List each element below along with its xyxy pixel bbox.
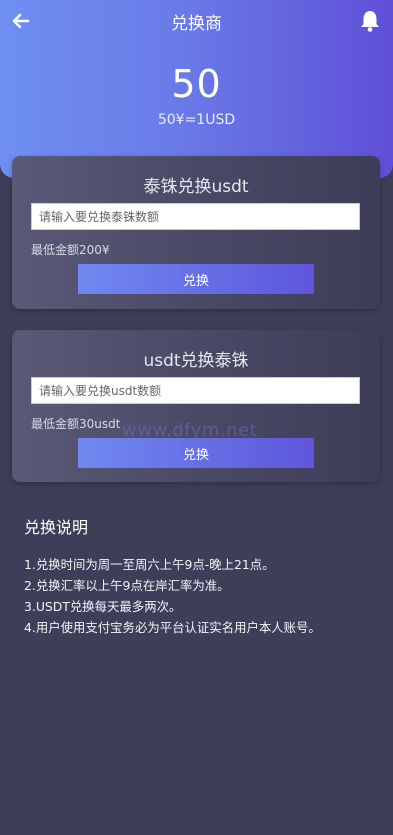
bell-icon bbox=[361, 11, 379, 32]
notes-title: 兑换说明 bbox=[24, 518, 89, 537]
page-title: 兑换商 bbox=[171, 14, 222, 34]
header-banner: 兑换商 50 50¥=1USD bbox=[0, 0, 393, 178]
notification-button[interactable] bbox=[357, 8, 383, 34]
exchange-button[interactable]: 兑换 bbox=[78, 264, 314, 294]
rate-value: 50 bbox=[171, 62, 222, 106]
exchange-button[interactable]: 兑换 bbox=[78, 438, 314, 468]
notes-item: 3.USDT兑换每天最多两次。 bbox=[24, 599, 182, 614]
notes-item: 4.用户使用支付宝务必为平台认证实名用户本人账号。 bbox=[24, 620, 321, 635]
notes-item: 1.兑换时间为周一至周六上午9点-晚上21点。 bbox=[24, 557, 275, 572]
min-amount-text: 最低金额200¥ bbox=[31, 243, 110, 257]
card-title: usdt兑换泰铢 bbox=[143, 351, 249, 371]
thb-amount-input[interactable] bbox=[31, 203, 360, 230]
usdt-to-thb-card: usdt兑换泰铢 最低金额30usdt 兑换 bbox=[12, 330, 380, 482]
min-amount-text: 最低金额30usdt bbox=[31, 417, 121, 431]
rate-text: 50¥=1USD bbox=[157, 112, 236, 128]
thb-to-usdt-card: 泰铢兑换usdt 最低金额200¥ 兑换 bbox=[12, 156, 380, 309]
card-title: 泰铢兑换usdt bbox=[143, 177, 249, 197]
notes-item: 2.兑换汇率以上午9点在岸汇率为准。 bbox=[24, 578, 230, 593]
usdt-amount-input[interactable] bbox=[31, 377, 360, 404]
exchange-notes: 兑换说明 1.兑换时间为周一至周六上午9点-晚上21点。 2.兑换汇率以上午9点… bbox=[24, 514, 369, 638]
watermark: www.dfym.net bbox=[122, 420, 258, 441]
